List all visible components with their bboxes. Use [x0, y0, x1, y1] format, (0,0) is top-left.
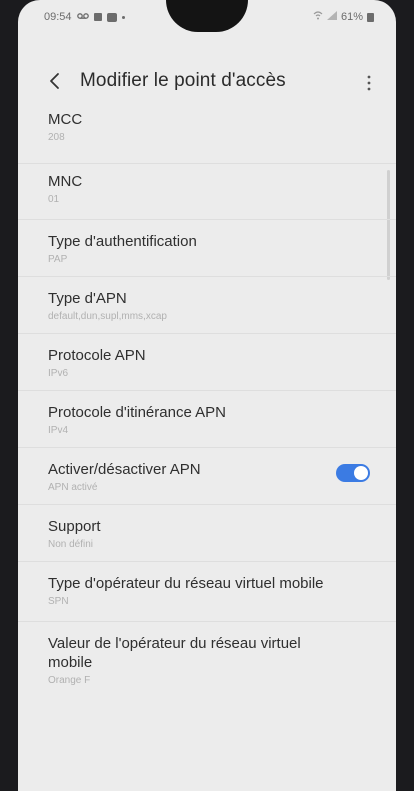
- setting-value: 01: [48, 194, 60, 205]
- battery-icon: [367, 12, 374, 22]
- setting-value: IPv6: [48, 368, 69, 379]
- apn-toggle-switch[interactable]: [336, 464, 370, 482]
- setting-item-apn-enable[interactable]: Activer/désactiver APN APN activé: [18, 448, 396, 505]
- setting-value: Orange F: [48, 675, 91, 686]
- phone-screen: 09:54 61% Modifier le point d'accès MCC …: [18, 0, 396, 791]
- page-title: Modifier le point d'accès: [80, 70, 286, 91]
- more-notifications-icon: [121, 15, 125, 19]
- setting-title: Type d'authentification: [48, 233, 197, 250]
- notification-icon: [93, 13, 102, 21]
- setting-item-mcc[interactable]: MCC 208: [18, 108, 396, 164]
- setting-title: Support: [48, 518, 101, 535]
- setting-title: Protocole d'itinérance APN: [48, 404, 226, 421]
- setting-item-auth-type[interactable]: Type d'authentification PAP: [18, 220, 396, 277]
- setting-item-mnc[interactable]: MNC 01: [18, 164, 396, 220]
- setting-title: Type d'APN: [48, 290, 127, 307]
- setting-value: PAP: [48, 254, 68, 265]
- status-time: 09:54: [44, 11, 72, 23]
- status-bar: 09:54 61%: [18, 0, 396, 34]
- status-left: 09:54: [44, 11, 125, 23]
- setting-title: MNC: [48, 173, 83, 190]
- setting-item-bearer[interactable]: Support Non défini: [18, 505, 396, 562]
- voicemail-icon: [76, 11, 89, 23]
- setting-item-mvno-type[interactable]: Type d'opérateur du réseau virtuel mobil…: [18, 562, 396, 622]
- toggle-knob: [354, 466, 368, 480]
- signal-icon: [326, 11, 337, 23]
- setting-value: Non défini: [48, 539, 94, 550]
- setting-title: Type d'opérateur du réseau virtuel mobil…: [48, 575, 324, 592]
- app-header: Modifier le point d'accès: [18, 62, 396, 102]
- more-options-icon[interactable]: [364, 74, 374, 92]
- setting-item-apn-protocol[interactable]: Protocole APN IPv6: [18, 334, 396, 391]
- setting-value: APN activé: [48, 482, 98, 493]
- back-arrow-icon[interactable]: [46, 70, 64, 92]
- wifi-icon: [313, 11, 323, 23]
- setting-value: IPv4: [48, 425, 69, 436]
- setting-item-apn-type[interactable]: Type d'APN default,dun,supl,mms,xcap: [18, 277, 396, 334]
- setting-value: SPN: [48, 596, 69, 607]
- setting-value: 208: [48, 132, 65, 143]
- setting-title: Valeur de l'opérateur du réseau virtuel …: [48, 635, 301, 671]
- setting-title: Protocole APN: [48, 347, 146, 364]
- setting-value: default,dun,supl,mms,xcap: [48, 311, 167, 322]
- setting-title: MCC: [48, 111, 83, 128]
- setting-item-roaming-protocol[interactable]: Protocole d'itinérance APN IPv4: [18, 391, 396, 448]
- battery-percentage: 61%: [340, 11, 363, 23]
- settings-list: MCC 208 MNC 01 Type d'authentification P…: [18, 108, 396, 702]
- setting-item-mvno-value[interactable]: Valeur de l'opérateur du réseau virtuel …: [18, 622, 396, 702]
- app-notification-icon: [106, 12, 117, 22]
- status-right: 61%: [313, 11, 374, 23]
